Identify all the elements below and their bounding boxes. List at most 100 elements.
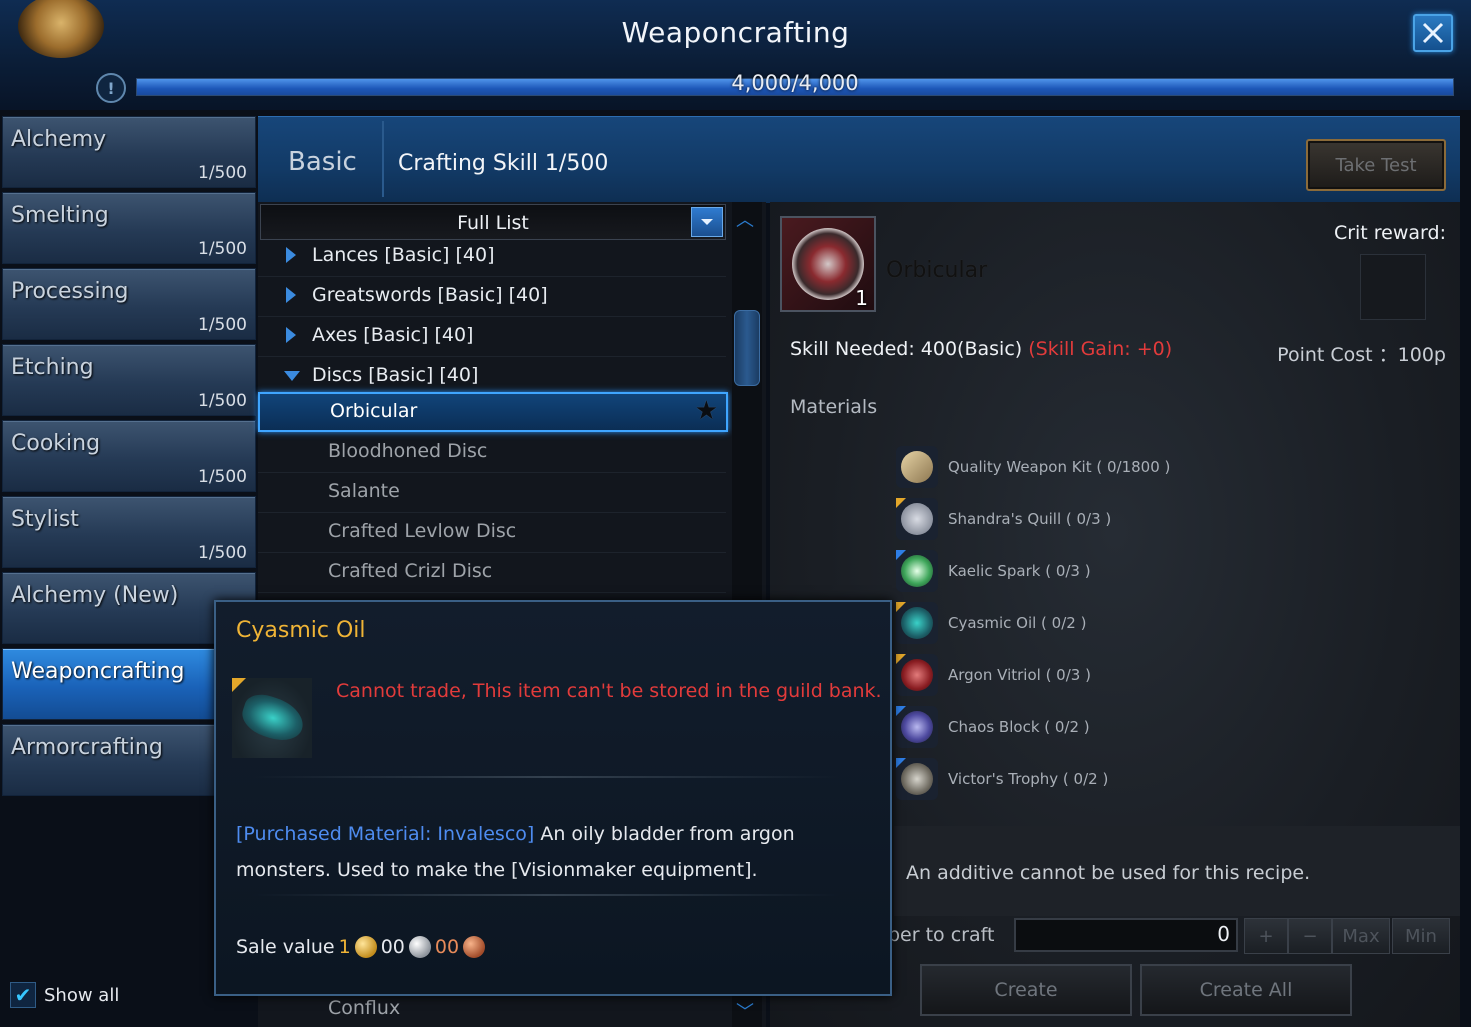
list-category-axes[interactable]: Axes [Basic] [40]: [258, 316, 726, 357]
increase-button[interactable]: +: [1244, 918, 1288, 954]
material-argon-vitriol[interactable]: Argon Vitriol ( 0/3 ): [896, 652, 1091, 698]
max-button[interactable]: Max: [1332, 918, 1390, 954]
info-icon[interactable]: !: [96, 73, 126, 103]
list-category-label: Lances [Basic] [40]: [312, 244, 495, 266]
chevron-up-icon[interactable]: ︿: [736, 206, 754, 232]
materials-heading: Materials: [790, 396, 878, 418]
category-cooking[interactable]: Cooking 1/500: [2, 420, 256, 492]
recipe-filter-value: Full List: [457, 212, 529, 234]
list-item-label: Orbicular: [330, 400, 418, 422]
trophy-icon: [896, 758, 938, 800]
list-category-greatswords[interactable]: Greatswords [Basic] [40]: [258, 276, 726, 317]
create-button[interactable]: Create: [920, 964, 1132, 1016]
list-item-label: Crafted Crizl Disc: [328, 560, 493, 582]
number-to-craft-label: ber to craft: [888, 924, 995, 946]
tooltip-trade-warning: Cannot trade, This item can't be stored …: [336, 680, 882, 702]
chevron-down-icon[interactable]: [691, 207, 723, 237]
list-item-crafted-crizl-disc[interactable]: Crafted Crizl Disc: [258, 552, 726, 593]
list-category-label: Discs [Basic] [40]: [312, 364, 479, 386]
list-item-bloodhoned-disc[interactable]: Bloodhoned Disc: [258, 432, 726, 473]
category-label: Processing: [11, 279, 129, 304]
expand-arrow-icon: [286, 247, 296, 263]
expand-arrow-icon: [286, 287, 296, 303]
category-label: Etching: [11, 355, 94, 380]
category-label: Armorcrafting: [11, 735, 163, 760]
material-kaelic-spark[interactable]: Kaelic Spark ( 0/3 ): [896, 548, 1091, 594]
tooltip-title: Cyasmic Oil: [236, 618, 366, 643]
item-tooltip: Cyasmic Oil Cannot trade, This item can'…: [214, 600, 892, 996]
purchased-material-tag: [Purchased Material: Invalesco]: [236, 823, 535, 845]
category-etching[interactable]: Etching 1/500: [2, 344, 256, 416]
tooltip-description: [Purchased Material: Invalesco] An oily …: [236, 816, 876, 888]
material-cyasmic-oil[interactable]: Cyasmic Oil ( 0/2 ): [896, 600, 1086, 646]
list-item-salante[interactable]: Salante: [258, 472, 726, 513]
material-name: Quality Weapon Kit ( 0/1800 ): [948, 458, 1171, 476]
material-name: Shandra's Quill ( 0/3 ): [948, 510, 1112, 528]
material-chaos-block[interactable]: Chaos Block ( 0/2 ): [896, 704, 1090, 750]
material-name: Argon Vitriol ( 0/3 ): [948, 666, 1091, 684]
craft-quantity-input[interactable]: 0: [1014, 918, 1238, 952]
chaos-block-icon: [896, 706, 938, 748]
tab-basic[interactable]: Basic: [288, 147, 357, 177]
divider: [252, 894, 840, 896]
category-processing[interactable]: Processing 1/500: [2, 268, 256, 340]
list-item-orbicular[interactable]: Orbicular ★: [258, 392, 728, 432]
decrease-button[interactable]: −: [1288, 918, 1332, 954]
list-category-discs[interactable]: Discs [Basic] [40]: [258, 356, 726, 397]
show-all-label: Show all: [44, 984, 120, 1006]
close-icon: [1422, 22, 1444, 44]
show-all-toggle[interactable]: ✔ Show all: [10, 982, 119, 1008]
silver-amount: 00: [380, 936, 405, 958]
gold-coin-icon: [354, 936, 377, 958]
category-smelting[interactable]: Smelting 1/500: [2, 192, 256, 264]
recipe-filter-dropdown[interactable]: Full List: [260, 204, 726, 240]
disc-icon: [792, 228, 864, 300]
category-label: Smelting: [11, 203, 109, 228]
chevron-down-icon[interactable]: ﹀: [736, 998, 754, 1024]
favorite-star-icon[interactable]: ★: [695, 396, 718, 426]
oil-icon: [896, 602, 938, 644]
list-category-label: Axes [Basic] [40]: [312, 324, 474, 346]
close-button[interactable]: [1413, 14, 1453, 52]
divider: [252, 776, 840, 778]
copper-coin-icon: [463, 936, 486, 958]
category-label: Weaponcrafting: [11, 659, 185, 684]
material-name: Victor's Trophy ( 0/2 ): [948, 770, 1109, 788]
vitriol-icon: [896, 654, 938, 696]
list-category-lances[interactable]: Lances [Basic] [40]: [258, 236, 726, 277]
crit-reward-label: Crit reward:: [1333, 222, 1446, 244]
category-alchemy[interactable]: Alchemy 1/500: [2, 116, 256, 188]
take-test-button[interactable]: Take Test: [1306, 139, 1446, 191]
list-item-conflux[interactable]: Conflux: [328, 997, 400, 1019]
category-label: Cooking: [11, 431, 101, 456]
crafting-skill-level: Crafting Skill 1/500: [398, 151, 609, 176]
material-victors-trophy[interactable]: Victor's Trophy ( 0/2 ): [896, 756, 1108, 802]
scrollbar-thumb[interactable]: [734, 310, 760, 386]
quill-icon: [896, 498, 938, 540]
point-cost: Point Cost ：100p: [1277, 344, 1446, 366]
category-stylist[interactable]: Stylist 1/500: [2, 496, 256, 568]
create-all-button[interactable]: Create All: [1140, 964, 1352, 1016]
gold-amount: 1: [338, 936, 351, 958]
spark-icon: [896, 550, 938, 592]
min-button[interactable]: Min: [1392, 918, 1450, 954]
category-progress: 1/500: [198, 543, 247, 563]
checkbox-checked-icon[interactable]: ✔: [10, 982, 36, 1008]
sale-value-label: Sale value: [236, 936, 335, 958]
window-header: Weaponcrafting ! 4,000/4,000: [0, 0, 1471, 110]
material-shandras-quill[interactable]: Shandra's Quill ( 0/3 ): [896, 496, 1111, 542]
orbicular-item-icon[interactable]: 1: [780, 216, 876, 312]
skill-gain: (Skill Gain: +0): [1028, 338, 1173, 360]
material-name: Cyasmic Oil ( 0/2 ): [948, 614, 1087, 632]
crit-reward-slot[interactable]: [1360, 254, 1426, 320]
silver-coin-icon: [408, 936, 431, 958]
sale-value: Sale value 1 00 00: [236, 936, 486, 958]
material-quality-weapon-kit[interactable]: Quality Weapon Kit ( 0/1800 ): [896, 444, 1170, 490]
skill-needed-text: Skill Needed: 400(Basic): [790, 338, 1023, 360]
additive-box: An additive cannot be used for this reci…: [894, 826, 1460, 916]
category-label: Alchemy (New): [11, 583, 179, 608]
list-item-crafted-levlow-disc[interactable]: Crafted Levlow Disc: [258, 512, 726, 553]
item-name: Orbicular: [886, 258, 988, 283]
copper-amount: 00: [434, 936, 460, 958]
collapse-arrow-icon: [284, 371, 300, 381]
